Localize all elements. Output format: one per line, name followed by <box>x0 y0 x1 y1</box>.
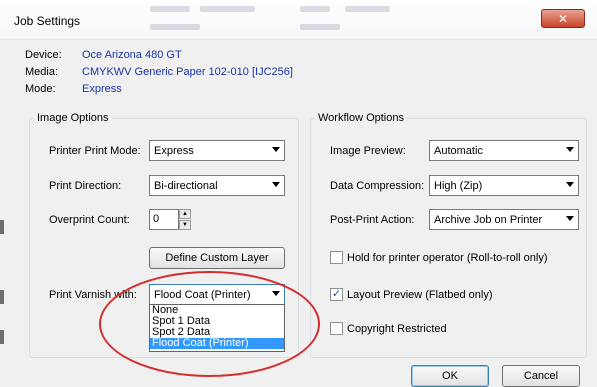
background-edge-mark <box>0 220 4 234</box>
device-value: Oce Arizona 480 GT <box>82 49 182 61</box>
cancel-button[interactable]: Cancel <box>502 365 580 387</box>
data-compression-value: High (Zip) <box>434 179 483 192</box>
device-label: Device: <box>25 49 62 61</box>
title-bar: Job Settings ✕ <box>0 0 597 40</box>
background-window-ghost <box>200 6 255 12</box>
ok-button[interactable]: OK <box>411 365 489 387</box>
mode-label: Mode: <box>25 83 56 95</box>
background-window-ghost <box>300 24 340 30</box>
printer-print-mode-select[interactable]: Express <box>149 140 285 161</box>
checkmark-icon: ✓ <box>331 288 342 300</box>
print-direction-label: Print Direction: <box>49 180 122 192</box>
spin-up-button[interactable]: ▲ <box>179 209 191 219</box>
overprint-count-label: Overprint Count: <box>49 214 130 226</box>
define-custom-layer-button[interactable]: Define Custom Layer <box>149 247 285 269</box>
background-window-ghost <box>300 6 330 12</box>
printer-print-mode-label: Printer Print Mode: <box>49 145 141 157</box>
close-button[interactable]: ✕ <box>541 9 585 28</box>
image-options-title: Image Options <box>34 112 112 124</box>
background-window-ghost <box>150 24 200 30</box>
data-compression-label: Data Compression: <box>330 180 425 192</box>
background-window-ghost <box>345 6 390 12</box>
overprint-count-value: 0 <box>153 213 160 225</box>
hold-for-operator-label: Hold for printer operator (Roll-to-roll … <box>347 252 548 264</box>
overprint-count-input[interactable]: 0 <box>149 209 179 230</box>
hold-for-operator-checkbox[interactable] <box>330 251 343 264</box>
media-value: CMYKWV Generic Paper 102-010 [IJC256] <box>82 66 293 78</box>
red-annotation-ellipse <box>99 271 320 377</box>
chevron-down-icon <box>566 147 574 152</box>
background-edge-mark <box>0 290 4 304</box>
media-label: Media: <box>25 66 59 78</box>
image-preview-label: Image Preview: <box>330 145 406 157</box>
chevron-down-icon <box>272 147 280 152</box>
print-direction-value: Bi-directional <box>154 179 218 192</box>
spin-down-button[interactable]: ▼ <box>179 220 191 230</box>
chevron-down-icon <box>566 182 574 187</box>
spin-up-icon: ▲ <box>182 211 188 217</box>
layout-preview-label: Layout Preview (Flatbed only) <box>347 289 493 301</box>
post-print-action-select[interactable]: Archive Job on Printer <box>429 209 579 230</box>
layout-preview-checkbox[interactable]: ✓ <box>330 288 343 301</box>
print-direction-select[interactable]: Bi-directional <box>149 175 285 196</box>
post-print-action-value: Archive Job on Printer <box>434 213 543 226</box>
post-print-action-label: Post-Print Action: <box>330 214 415 226</box>
cancel-label: Cancel <box>523 370 559 382</box>
background-edge-mark <box>0 330 4 344</box>
image-preview-select[interactable]: Automatic <box>429 140 579 161</box>
background-window-ghost <box>150 6 190 12</box>
chevron-down-icon <box>272 182 280 187</box>
copyright-restricted-checkbox[interactable] <box>330 322 343 335</box>
copyright-restricted-label: Copyright Restricted <box>347 323 447 335</box>
workflow-options-title: Workflow Options <box>315 112 407 124</box>
data-compression-select[interactable]: High (Zip) <box>429 175 579 196</box>
ok-label: OK <box>442 370 458 382</box>
window-title: Job Settings <box>14 14 81 28</box>
define-custom-layer-label: Define Custom Layer <box>165 252 269 264</box>
close-icon: ✕ <box>557 11 569 26</box>
printer-print-mode-value: Express <box>154 144 194 157</box>
image-preview-value: Automatic <box>434 144 483 157</box>
spin-down-icon: ▼ <box>182 222 188 228</box>
chevron-down-icon <box>566 216 574 221</box>
mode-value: Express <box>82 83 122 95</box>
